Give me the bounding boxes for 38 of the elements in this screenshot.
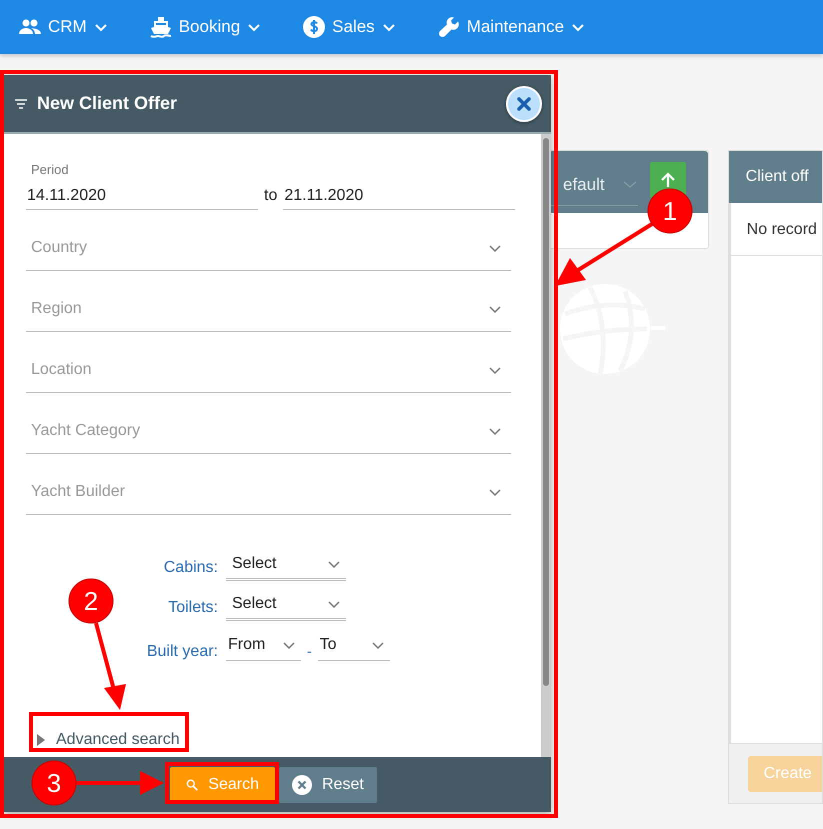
select-field[interactable]: Yacht Category [26, 408, 511, 454]
dialog-title: New Client Offer [37, 93, 178, 114]
callout-marker [68, 578, 114, 624]
close-button[interactable] [506, 86, 542, 122]
scrollbar[interactable] [541, 134, 552, 757]
range-separator: - [307, 643, 312, 661]
callout-marker [32, 760, 76, 806]
empty-message: No record [730, 203, 822, 256]
callout-number: 3 [46, 768, 62, 798]
nav-menu-item[interactable]: CRM [12, 11, 115, 43]
field-label: Cabins: [164, 559, 218, 578]
range-separator: to [263, 187, 278, 206]
select-field[interactable]: Select [226, 589, 346, 621]
triangle-icon [36, 734, 46, 746]
nav-menu-item[interactable]: Maintenance [430, 11, 592, 43]
close-circle-icon [292, 774, 312, 794]
select-field[interactable]: Yacht Builder [26, 469, 511, 515]
select-field[interactable]: Region [26, 286, 511, 332]
card-header: Client off [728, 151, 822, 203]
ship-icon [148, 15, 173, 39]
field-label: Built year: [146, 643, 218, 661]
callout-number: 2 [84, 586, 98, 616]
dollar-icon [302, 15, 326, 39]
field-label: Toilets: [168, 599, 218, 618]
nav-menu-item[interactable]: Booking [142, 11, 268, 43]
select-field[interactable]: Country [26, 225, 511, 271]
nav-menu-item[interactable]: Sales [296, 11, 403, 43]
reset-button[interactable]: Reset [279, 766, 377, 802]
period-label: Period [31, 162, 70, 177]
callout-number: 1 [662, 196, 678, 226]
advanced-search-toggle[interactable]: Advanced search [26, 723, 186, 755]
select-field[interactable]: Location [26, 347, 511, 393]
select-field[interactable]: From [226, 629, 301, 661]
select-field[interactable]: To [318, 629, 390, 661]
close-icon [515, 94, 533, 112]
callout-marker [648, 188, 692, 234]
wrench-icon [436, 15, 461, 39]
select-field[interactable]: Select [226, 549, 346, 581]
